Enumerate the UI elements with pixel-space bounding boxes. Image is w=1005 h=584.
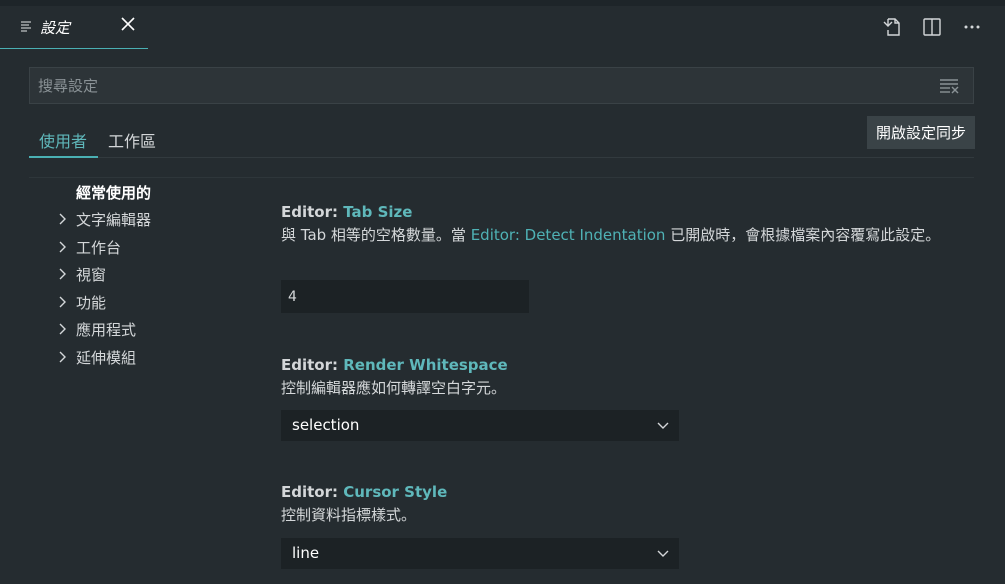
setting-tab-size: Editor: Tab Size 與 Tab 相等的空格數量。當 Editor:… [281,203,951,318]
toc-item-text-editor[interactable]: 文字編輯器 [56,208,236,232]
tab-workspace[interactable]: 工作區 [108,128,156,152]
setting-title: Editor: Tab Size [281,203,951,221]
tab-size-input[interactable] [281,280,529,313]
toc-item-window[interactable]: 視窗 [56,263,236,287]
setting-name: Tab Size [343,203,413,221]
render-whitespace-select[interactable]: selection [281,410,679,441]
toc-item-features[interactable]: 功能 [56,291,236,315]
tab-title: 設定 [40,19,71,37]
toc-item-workbench[interactable]: 工作台 [56,236,236,260]
header-divider [29,177,974,178]
toc-item-label: 應用程式 [76,321,137,339]
chevron-right-icon [59,268,66,280]
chevron-down-icon [657,422,669,429]
settings-file-icon [21,21,31,32]
toc-commonly-used[interactable]: 經常使用的 [76,182,151,203]
setting-title: Editor: Render Whitespace [281,356,951,374]
cursor-style-select[interactable]: line [281,538,679,569]
setting-render-whitespace: Editor: Render Whitespace 控制編輯器應如何轉譯空白字元… [281,356,951,446]
settings-scope-tabs: 使用者 工作區 開啟設定同步 [29,116,975,158]
setting-category: Editor: [281,483,344,501]
toc-item-label: 文字編輯器 [76,211,152,229]
toc-item-extensions[interactable]: 延伸模組 [56,346,236,370]
toc-item-application[interactable]: 應用程式 [56,318,236,342]
chevron-right-icon [59,213,66,225]
toc-item-label: 視窗 [76,266,107,284]
split-editor-icon[interactable] [921,16,943,38]
setting-category: Editor: [281,203,344,221]
chevron-right-icon [59,323,66,335]
active-tab-indicator [29,156,98,158]
toc-item-label: 延伸模組 [76,349,137,367]
setting-description: 與 Tab 相等的空格數量。當 Editor: Detect Indentati… [281,225,941,246]
setting-category: Editor: [281,356,344,374]
setting-title: Editor: Cursor Style [281,483,951,501]
setting-name: Cursor Style [343,483,448,501]
more-actions-icon[interactable] [961,16,983,38]
chevron-right-icon [59,351,66,363]
turn-on-settings-sync-button[interactable]: 開啟設定同步 [867,116,975,149]
search-box [29,67,974,104]
chevron-right-icon [59,296,66,308]
detect-indentation-link[interactable]: Editor: Detect Indentation [471,226,666,244]
selected-value: selection [292,416,360,434]
toc-item-label: 功能 [76,294,107,312]
chevron-right-icon [59,241,66,253]
editor-tab-bar: 設定 [0,6,1005,49]
open-json-icon[interactable] [881,16,903,38]
settings-editor-tab[interactable]: 設定 [0,6,148,49]
title-actions [881,16,983,38]
desc-text: 已開啟時，會根據檔案內容覆寫此設定。 [665,226,941,244]
chevron-down-icon [657,550,669,557]
setting-cursor-style: Editor: Cursor Style 控制資料指標樣式。 line [281,483,951,573]
toc-item-label: 工作台 [76,239,122,257]
clear-filter-icon[interactable] [939,78,959,94]
search-input[interactable] [30,68,973,103]
setting-name: Render Whitespace [343,356,508,374]
close-icon[interactable] [118,14,138,34]
setting-description: 控制編輯器應如何轉譯空白字元。 [281,379,507,397]
setting-description: 控制資料指標樣式。 [281,506,417,524]
tab-user[interactable]: 使用者 [39,128,87,152]
desc-text: 與 Tab 相等的空格數量。當 [281,226,471,244]
selected-value: line [292,544,320,562]
